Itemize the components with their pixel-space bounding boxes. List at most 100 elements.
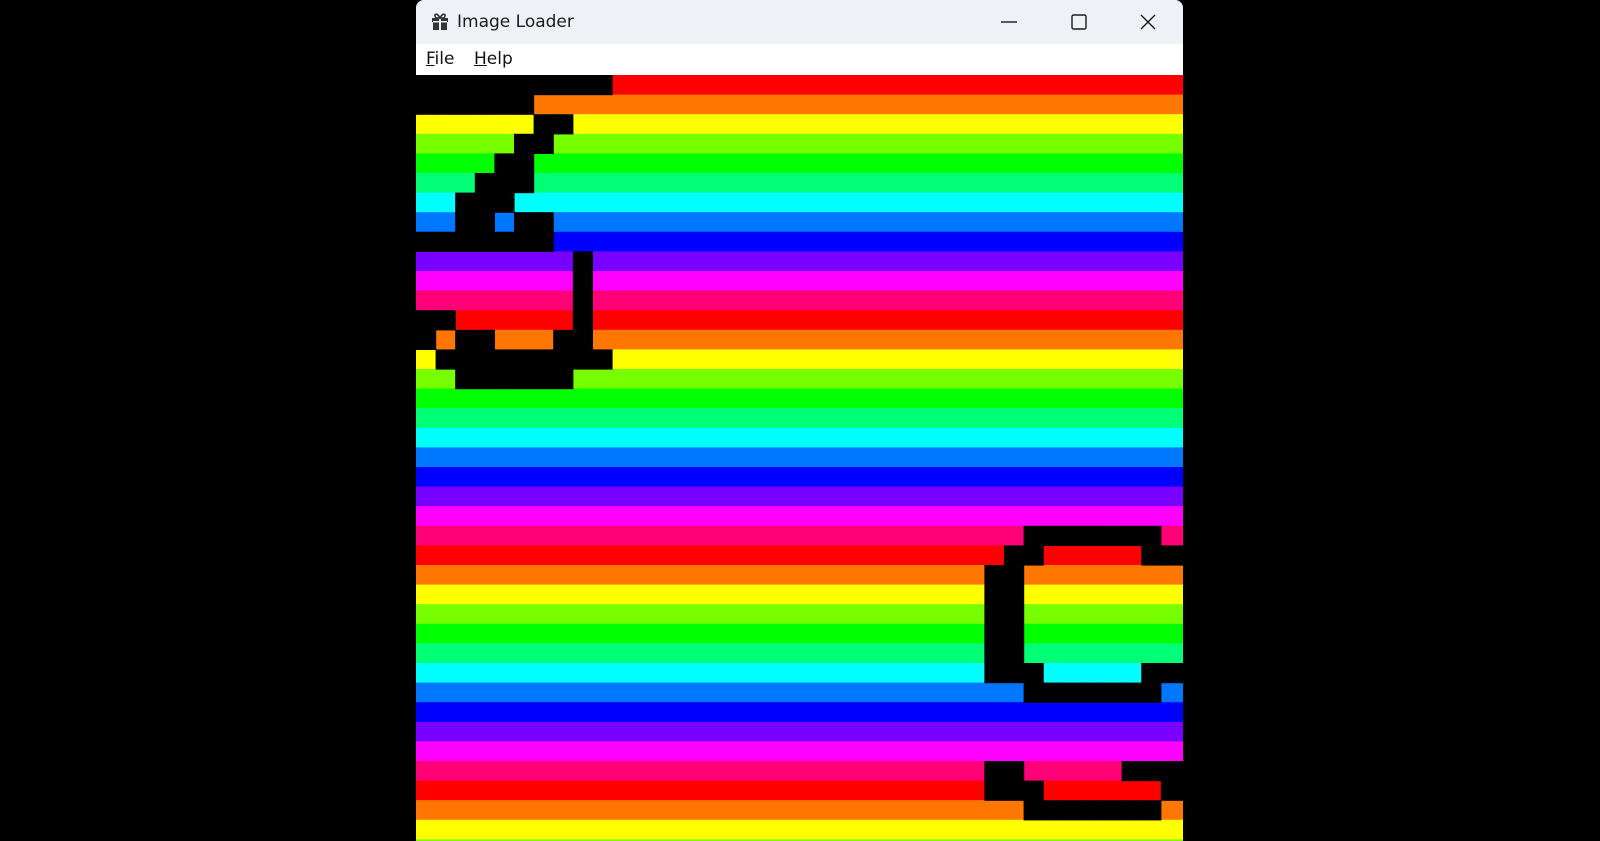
menu-file-mnemonic: F [426,49,435,69]
glyph-pixel [984,780,1005,801]
glyph-pixel [533,349,554,370]
glyph-pixel [1062,682,1083,703]
maximize-icon [1071,14,1087,30]
glyph-pixel [435,75,456,96]
menu-help-label: elp [486,49,513,69]
glyph-pixel [474,349,495,370]
window-title: Image Loader [457,12,574,32]
stripe [416,741,1183,762]
glyph-pixel [474,231,495,252]
glyph-pixel [494,231,515,252]
glyph-pixel [1141,761,1162,782]
glyph-pixel [1023,663,1044,684]
glyph-pixel [984,663,1005,684]
glyph-pixel [1121,682,1142,703]
glyph-pixel [533,212,554,233]
glyph-pixel [1141,545,1162,566]
stripe [416,192,1183,213]
glyph-pixel [455,94,476,115]
stripe [416,427,1183,448]
glyph-pixel [533,133,554,154]
glyph-pixel [474,329,495,350]
glyph-pixel [1043,525,1064,546]
glyph-pixel [1160,663,1181,684]
glyph-pixel [1102,800,1123,821]
glyph-pixel [1004,545,1025,566]
glyph-pixel [494,75,515,96]
minimize-icon [1001,21,1017,23]
glyph-pixel [572,75,593,96]
glyph-pixel [553,114,574,135]
glyph-pixel [1180,663,1183,684]
glyph-pixel [1160,545,1181,566]
stripe [416,310,1183,331]
stripe [416,271,1183,292]
glyph-pixel [494,369,515,390]
stripe [416,251,1183,272]
glyph-pixel [514,153,535,174]
glyph-pixel [1043,800,1064,821]
glyph-pixel [1141,663,1162,684]
close-button[interactable] [1113,0,1183,44]
glyph-pixel [514,75,535,96]
glyph-pixel [416,310,437,331]
glyph-pixel [553,349,574,370]
maximize-button[interactable] [1044,0,1114,44]
glyph-pixel [1023,525,1044,546]
glyph-pixel [435,231,456,252]
glyph-pixel [1023,800,1044,821]
glyph-pixel [514,212,535,233]
title-bar[interactable]: Image Loader [416,0,1183,44]
glyph-pixel [514,173,535,194]
gift-box-icon [430,11,450,31]
menu-file[interactable]: File [426,48,454,70]
glyph-pixel [494,173,515,194]
glyph-pixel [572,290,593,311]
glyph-pixel [1121,525,1142,546]
glyph-pixel [1004,565,1025,586]
minimize-button[interactable] [974,0,1044,44]
glyph-pixel [1102,682,1123,703]
glyph-pixel [592,349,613,370]
stripe [416,506,1183,527]
stripe [416,604,1183,625]
glyph-pixel [1082,525,1103,546]
stripe [416,565,1183,586]
glyph-pixel [1180,761,1183,782]
stripe [416,467,1183,488]
glyph-pixel [1004,761,1025,782]
glyph-pixel [1141,682,1162,703]
menu-help[interactable]: Help [474,48,513,70]
glyph-pixel [572,251,593,272]
stripe [416,780,1183,801]
stripe [416,388,1183,409]
glyph-pixel [455,212,476,233]
stripe [416,447,1183,468]
glyph-pixel [514,231,535,252]
stripe [416,486,1183,507]
glyph-pixel [533,114,554,135]
rainbow-stripes-image [416,75,1183,841]
glyph-pixel [455,231,476,252]
glyph-pixel [514,349,535,370]
glyph-pixel [514,133,535,154]
stripe [416,114,1183,135]
glyph-pixel [1102,525,1123,546]
glyph-pixel [455,369,476,390]
menu-bar: File Help [416,44,1183,75]
glyph-pixel [1043,682,1064,703]
glyph-pixel [1121,800,1142,821]
glyph-pixel [455,349,476,370]
glyph-pixel [533,231,554,252]
glyph-pixel [1023,682,1044,703]
stripe [416,329,1183,350]
stripe [416,545,1183,566]
glyph-pixel [474,94,495,115]
glyph-pixel [474,369,495,390]
glyph-pixel [474,173,495,194]
glyph-pixel [533,369,554,390]
glyph-pixel [1082,800,1103,821]
glyph-pixel [474,75,495,96]
glyph-pixel [572,329,593,350]
glyph-pixel [1004,663,1025,684]
